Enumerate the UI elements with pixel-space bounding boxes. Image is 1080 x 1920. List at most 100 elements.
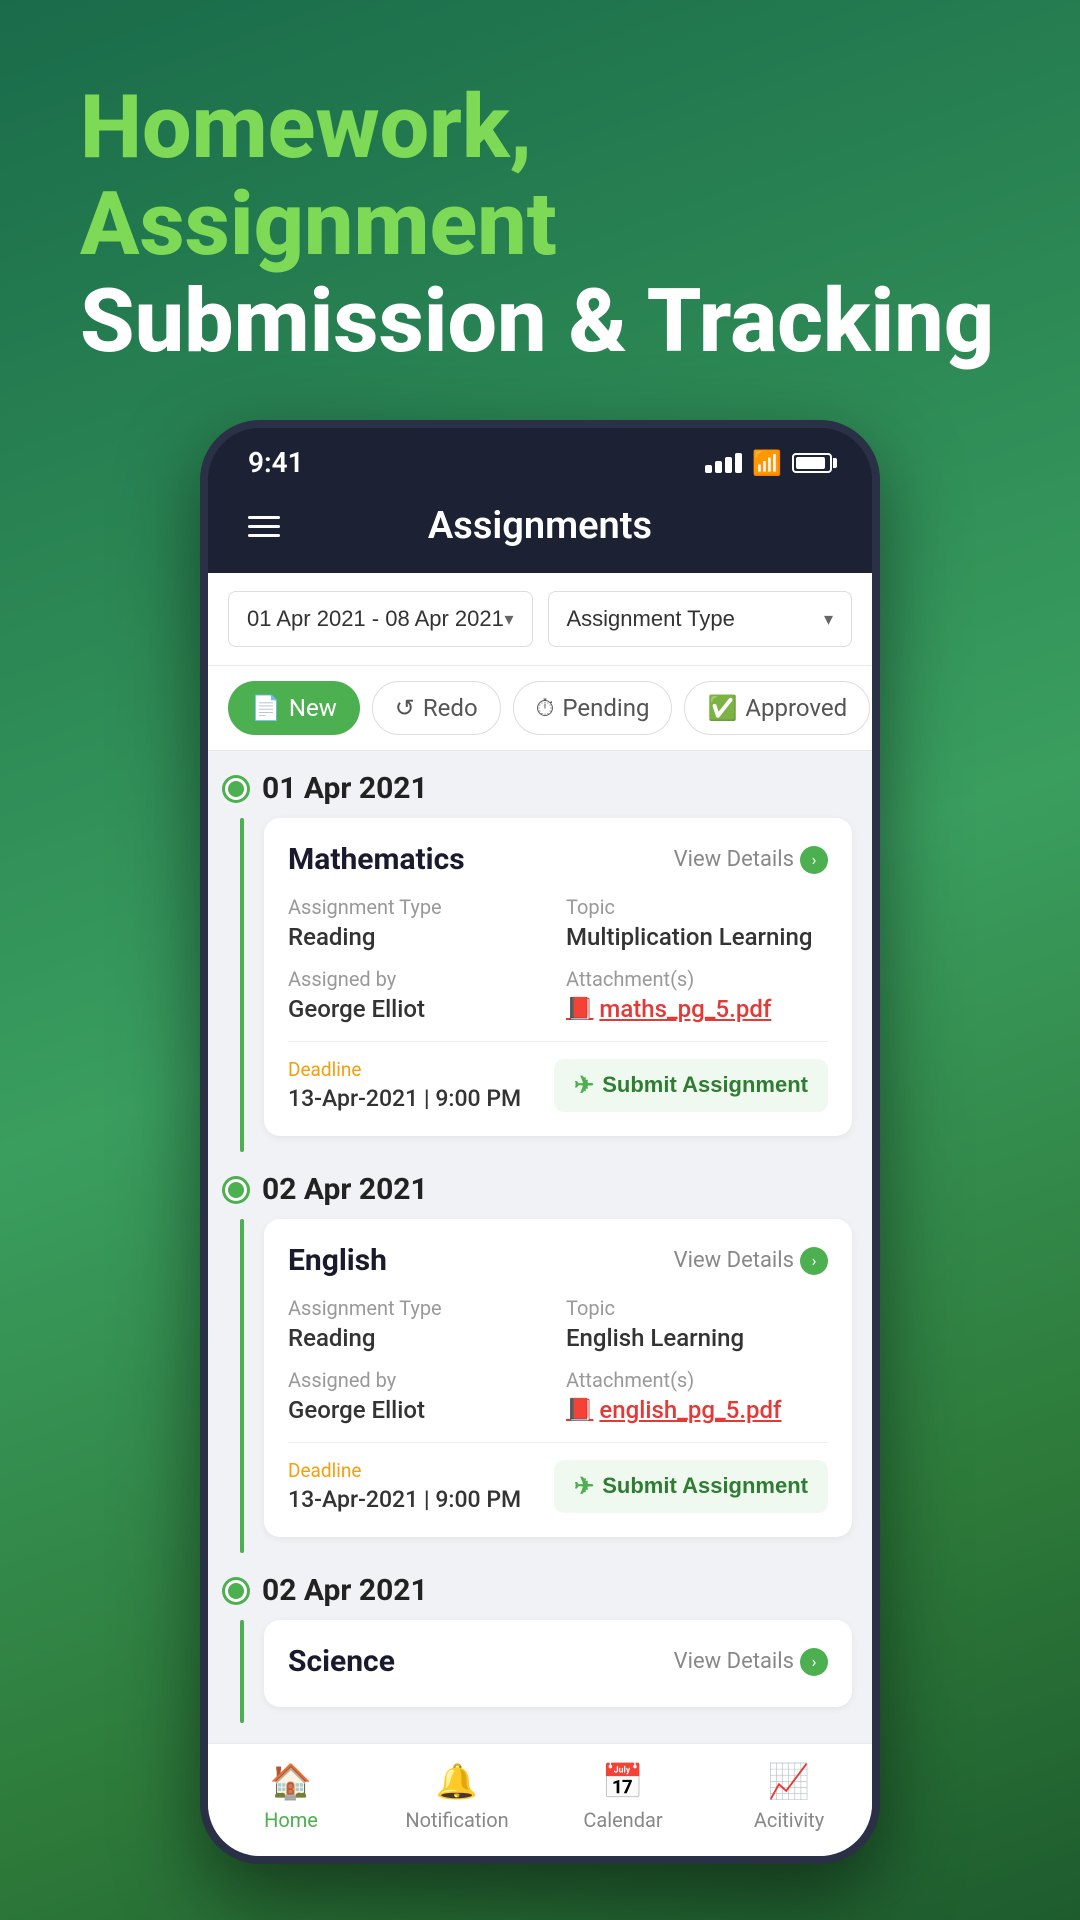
view-details-math-arrow: › bbox=[800, 846, 828, 874]
pdf-icon-english: 📕 bbox=[566, 1398, 593, 1423]
new-tab-label: New bbox=[289, 694, 337, 722]
topic-field-english: Topic English Learning bbox=[566, 1296, 828, 1352]
notification-icon: 🔔 bbox=[436, 1762, 478, 1802]
page-title-green: Homework, Assignment bbox=[80, 80, 1000, 274]
view-details-math[interactable]: View Details › bbox=[674, 846, 828, 874]
timeline-dot-3 bbox=[225, 1580, 247, 1602]
card-header-math: Mathematics View Details › bbox=[288, 842, 828, 877]
status-bar: 9:41 📶 bbox=[208, 428, 872, 489]
assigned-by-field-english: Assigned by George Elliot bbox=[288, 1368, 550, 1424]
topic-label-math: Topic bbox=[566, 895, 828, 919]
date-header-3: 02 Apr 2021 bbox=[228, 1573, 852, 1608]
submit-button-english[interactable]: ✈ Submit Assignment bbox=[554, 1460, 828, 1513]
assignment-card-english: English View Details › Assignment Type R… bbox=[264, 1219, 852, 1537]
deadline-english: Deadline 13-Apr-2021 | 9:00 PM bbox=[288, 1459, 521, 1513]
deadline-label-english: Deadline bbox=[288, 1459, 521, 1482]
date-section-2: 02 Apr 2021 English View Details › bbox=[228, 1172, 852, 1553]
topic-label-english: Topic bbox=[566, 1296, 828, 1320]
notification-label: Notification bbox=[405, 1808, 508, 1832]
topic-value-math: Multiplication Learning bbox=[566, 923, 828, 951]
deadline-value-math: 13-Apr-2021 | 9:00 PM bbox=[288, 1085, 521, 1112]
bottom-nav: 🏠 Home 🔔 Notification 📅 Calendar 📈 Aciti… bbox=[208, 1743, 872, 1856]
submit-icon-math: ✈ bbox=[574, 1071, 594, 1100]
assignment-type-field-english: Assignment Type Reading bbox=[288, 1296, 550, 1352]
pending-tab-icon: ⏱ bbox=[536, 694, 555, 722]
assigned-by-value-math: George Elliot bbox=[288, 995, 550, 1023]
timeline-line-3 bbox=[240, 1620, 244, 1723]
tab-new[interactable]: 📄 New bbox=[228, 681, 360, 735]
assignment-type-value-english: Reading bbox=[288, 1324, 550, 1352]
subject-math: Mathematics bbox=[288, 842, 465, 877]
assignment-card-science: Science View Details › bbox=[264, 1620, 852, 1707]
home-icon: 🏠 bbox=[270, 1762, 312, 1802]
assignment-type-filter[interactable]: Assignment Type ▾ bbox=[548, 591, 853, 647]
nav-activity[interactable]: 📈 Acitivity bbox=[706, 1762, 872, 1832]
assignment-type-label-english: Assignment Type bbox=[288, 1296, 550, 1320]
nav-calendar[interactable]: 📅 Calendar bbox=[540, 1762, 706, 1832]
assigned-by-field-math: Assigned by George Elliot bbox=[288, 967, 550, 1023]
assignment-type-chevron-icon: ▾ bbox=[824, 609, 833, 630]
date-label-3: 02 Apr 2021 bbox=[262, 1573, 428, 1608]
card-grid-math: Assignment Type Reading Topic Multiplica… bbox=[288, 895, 828, 1023]
new-tab-icon: 📄 bbox=[251, 694, 281, 722]
attachment-label-english: Attachment(s) bbox=[566, 1368, 828, 1392]
view-details-science-arrow: › bbox=[800, 1648, 828, 1676]
phone-frame: 9:41 📶 Assignments bbox=[200, 420, 880, 1864]
assignment-card-math: Mathematics View Details › Assignment Ty… bbox=[264, 818, 852, 1136]
assignment-type-value-math: Reading bbox=[288, 923, 550, 951]
attachment-value-english[interactable]: 📕 english_pg_5.pdf bbox=[566, 1396, 828, 1424]
date-header-1: 01 Apr 2021 bbox=[228, 771, 852, 806]
deadline-math: Deadline 13-Apr-2021 | 9:00 PM bbox=[288, 1058, 521, 1112]
calendar-label: Calendar bbox=[583, 1808, 662, 1832]
tab-bar: 📄 New ↺ Redo ⏱ Pending ✅ Approved bbox=[208, 666, 872, 751]
view-details-english-arrow: › bbox=[800, 1247, 828, 1275]
date-range-filter[interactable]: 01 Apr 2021 - 08 Apr 2021 ▾ bbox=[228, 591, 533, 647]
date-label-2: 02 Apr 2021 bbox=[262, 1172, 428, 1207]
hamburger-menu-button[interactable] bbox=[248, 516, 280, 537]
page-title-white: Submission & Tracking bbox=[80, 274, 1000, 371]
signal-icon bbox=[705, 453, 742, 473]
timeline-dot-2 bbox=[225, 1179, 247, 1201]
view-details-english-label: View Details bbox=[674, 1248, 794, 1273]
timeline-line-1 bbox=[240, 818, 244, 1152]
date-section-3: 02 Apr 2021 Science View Details › bbox=[228, 1573, 852, 1723]
assignment-type-field-math: Assignment Type Reading bbox=[288, 895, 550, 951]
tab-approved[interactable]: ✅ Approved bbox=[684, 681, 870, 735]
card-footer-english: Deadline 13-Apr-2021 | 9:00 PM ✈ Submit … bbox=[288, 1442, 828, 1513]
assignments-list: 01 Apr 2021 Mathematics View Details › bbox=[208, 751, 872, 1743]
card-footer-math: Deadline 13-Apr-2021 | 9:00 PM ✈ Submit … bbox=[288, 1041, 828, 1112]
card-header-science: Science View Details › bbox=[288, 1644, 828, 1679]
attachment-value-math[interactable]: 📕 maths_pg_5.pdf bbox=[566, 995, 828, 1023]
submit-button-math[interactable]: ✈ Submit Assignment bbox=[554, 1059, 828, 1112]
page-header: Homework, Assignment Submission & Tracki… bbox=[0, 0, 1080, 420]
assigned-by-value-english: George Elliot bbox=[288, 1396, 550, 1424]
redo-tab-icon: ↺ bbox=[395, 694, 415, 722]
attachment-field-english: Attachment(s) 📕 english_pg_5.pdf bbox=[566, 1368, 828, 1424]
battery-icon bbox=[792, 453, 832, 473]
pdf-icon-math: 📕 bbox=[566, 997, 593, 1022]
status-icons: 📶 bbox=[705, 449, 832, 477]
tab-pending[interactable]: ⏱ Pending bbox=[513, 681, 673, 735]
card-grid-english: Assignment Type Reading Topic English Le… bbox=[288, 1296, 828, 1424]
nav-notification[interactable]: 🔔 Notification bbox=[374, 1762, 540, 1832]
nav-home[interactable]: 🏠 Home bbox=[208, 1762, 374, 1832]
card-header-english: English View Details › bbox=[288, 1243, 828, 1278]
activity-label: Acitivity bbox=[754, 1808, 824, 1832]
view-details-english[interactable]: View Details › bbox=[674, 1247, 828, 1275]
tab-redo[interactable]: ↺ Redo bbox=[372, 681, 501, 735]
deadline-value-english: 13-Apr-2021 | 9:00 PM bbox=[288, 1486, 521, 1513]
timeline-line-2 bbox=[240, 1219, 244, 1553]
view-details-science[interactable]: View Details › bbox=[674, 1648, 828, 1676]
submit-label-math: Submit Assignment bbox=[602, 1072, 808, 1098]
assignment-type-label: Assignment Type bbox=[567, 606, 735, 632]
deadline-label-math: Deadline bbox=[288, 1058, 521, 1081]
subject-science: Science bbox=[288, 1644, 395, 1679]
view-details-math-label: View Details bbox=[674, 847, 794, 872]
date-section-1: 01 Apr 2021 Mathematics View Details › bbox=[228, 771, 852, 1152]
phone-wrapper: 9:41 📶 Assignments bbox=[190, 420, 890, 1920]
attachment-filename-english: english_pg_5.pdf bbox=[599, 1396, 781, 1424]
attachment-filename-math: maths_pg_5.pdf bbox=[599, 995, 771, 1023]
activity-icon: 📈 bbox=[768, 1762, 810, 1802]
date-range-label: 01 Apr 2021 - 08 Apr 2021 bbox=[247, 606, 504, 632]
assigned-by-label-english: Assigned by bbox=[288, 1368, 550, 1392]
